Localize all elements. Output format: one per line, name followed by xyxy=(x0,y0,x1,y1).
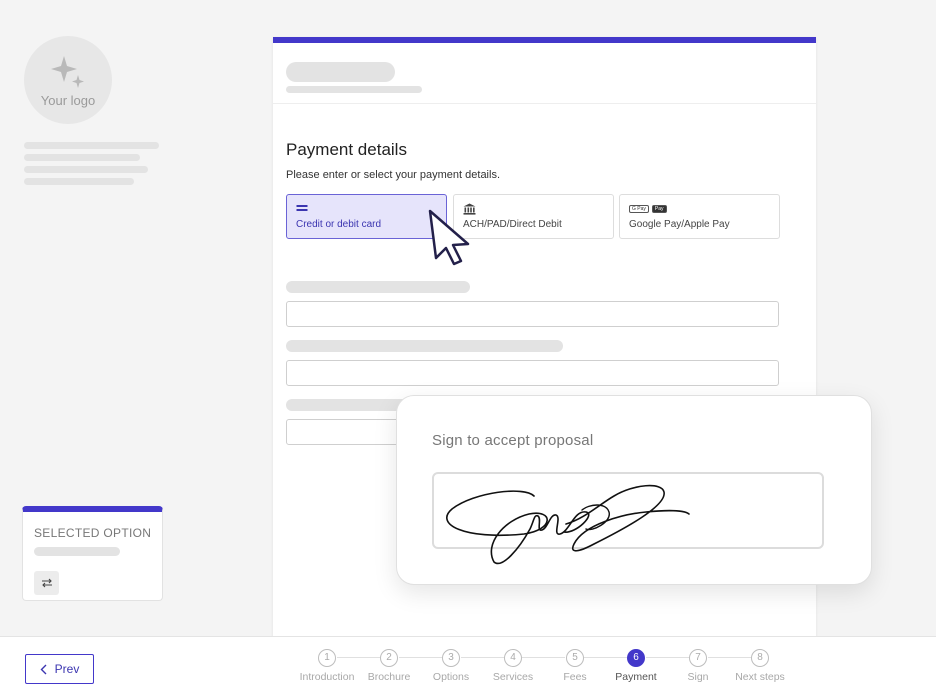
payment-title: Payment details xyxy=(286,140,407,159)
placeholder-line xyxy=(286,86,422,93)
wallet-badges-icon: G Pay Pay xyxy=(629,203,770,215)
mouse-pointer-icon xyxy=(428,209,470,266)
payment-input-1[interactable] xyxy=(286,301,779,327)
step-next-steps[interactable]: 8 Next steps xyxy=(725,649,795,683)
payment-subtitle: Please enter or select your payment deta… xyxy=(286,169,501,181)
step-number: 6 xyxy=(627,649,645,667)
step-introduction[interactable]: 1 Introduction xyxy=(292,649,362,683)
payment-option-card[interactable]: Credit or debit card xyxy=(286,194,447,239)
logo: Your logo xyxy=(24,36,112,124)
step-number: 8 xyxy=(751,649,769,667)
step-label: Next steps xyxy=(735,671,785,683)
sparkle-icon xyxy=(51,55,84,88)
apple-pay-badge: Pay xyxy=(651,205,667,213)
payment-option-label: Google Pay/Apple Pay xyxy=(629,219,730,230)
selected-option-label: SELECTED OPTION xyxy=(34,526,152,540)
step-label: Payment xyxy=(615,671,657,683)
google-pay-badge: G Pay xyxy=(629,205,649,213)
step-number: 7 xyxy=(689,649,707,667)
step-number: 5 xyxy=(566,649,584,667)
step-number: 4 xyxy=(504,649,522,667)
signature-drawing xyxy=(446,484,690,565)
step-number: 1 xyxy=(318,649,336,667)
step-brochure[interactable]: 2 Brochure xyxy=(354,649,424,683)
step-label: Brochure xyxy=(367,671,411,683)
signature-pad[interactable] xyxy=(432,472,824,565)
step-sign[interactable]: 7 Sign xyxy=(663,649,733,683)
signature-title: Sign to accept proposal xyxy=(432,432,594,449)
payment-option-label: Credit or debit card xyxy=(296,219,382,230)
swap-arrows-icon xyxy=(41,578,52,588)
bottom-nav: Prev 1 Introduction 2 Brochure 3 Options… xyxy=(0,636,936,696)
placeholder-field-label xyxy=(286,281,470,293)
placeholder-line xyxy=(24,166,148,173)
placeholder-field-label xyxy=(286,340,563,352)
placeholder-line xyxy=(24,178,134,185)
payment-option-label: ACH/PAD/Direct Debit xyxy=(463,219,562,230)
step-payment[interactable]: 6 Payment xyxy=(601,649,671,683)
step-fees[interactable]: 5 Fees xyxy=(540,649,610,683)
placeholder-title xyxy=(286,62,395,82)
payment-option-ach[interactable]: ACH/PAD/Direct Debit xyxy=(453,194,614,239)
selected-option-card: SELECTED OPTION xyxy=(22,506,163,601)
step-options[interactable]: 3 Options xyxy=(416,649,486,683)
prev-label: Prev xyxy=(54,662,80,676)
step-number: 2 xyxy=(380,649,398,667)
chevron-left-icon xyxy=(40,664,47,674)
step-label: Fees xyxy=(563,671,587,683)
signature-card: Sign to accept proposal xyxy=(396,395,872,585)
step-label: Services xyxy=(492,671,534,683)
placeholder-line xyxy=(24,154,140,161)
payment-input-2[interactable] xyxy=(286,360,779,386)
step-label: Options xyxy=(432,671,470,683)
payment-option-wallet[interactable]: G Pay Pay Google Pay/Apple Pay xyxy=(619,194,780,239)
credit-card-icon xyxy=(296,205,308,211)
step-number: 3 xyxy=(442,649,460,667)
card-header xyxy=(273,43,816,104)
step-services[interactable]: 4 Services xyxy=(478,649,548,683)
swap-button[interactable] xyxy=(34,571,59,595)
step-label: Introduction xyxy=(299,671,355,683)
step-label: Sign xyxy=(687,671,709,683)
placeholder-line xyxy=(34,547,120,556)
prev-button[interactable]: Prev xyxy=(25,654,94,684)
placeholder-line xyxy=(24,142,159,149)
logo-text: Your logo xyxy=(40,92,96,108)
